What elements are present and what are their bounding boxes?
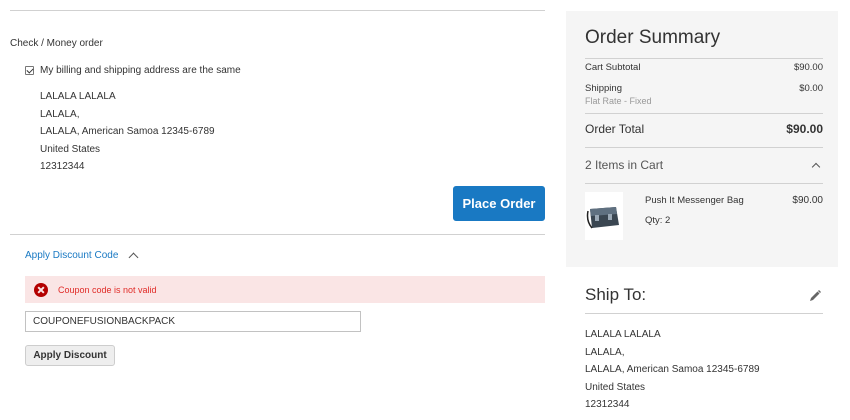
billing-address-line: LALALA, bbox=[40, 108, 80, 120]
section-divider-top bbox=[10, 10, 545, 11]
subtotal-label: Cart Subtotal bbox=[585, 62, 641, 73]
order-total-label: Order Total bbox=[585, 122, 645, 136]
billing-address-line: 12312344 bbox=[40, 161, 85, 172]
chevron-up-icon bbox=[128, 252, 139, 263]
product-qty: Qty: 2 bbox=[645, 215, 671, 226]
messenger-bag-icon bbox=[585, 192, 623, 240]
order-summary: Order Summary Cart Subtotal $90.00 Shipp… bbox=[566, 11, 838, 267]
subtotal-row: Cart Subtotal $90.00 bbox=[585, 62, 823, 73]
items-in-cart-label: 2 Items in Cart bbox=[585, 158, 664, 172]
pencil-icon[interactable] bbox=[808, 289, 822, 303]
error-circle-icon bbox=[34, 282, 48, 297]
section-divider bbox=[10, 234, 545, 235]
order-summary-title: Order Summary bbox=[585, 27, 721, 48]
summary-divider bbox=[585, 113, 823, 114]
same-address-checkbox[interactable] bbox=[25, 66, 34, 75]
chevron-up-icon bbox=[811, 162, 821, 171]
shipping-address: LALALA LALALA LALALA, LALALA, American S… bbox=[585, 326, 760, 414]
subtotal-value: $90.00 bbox=[793, 62, 823, 73]
shipping-address-line: LALALA, American Samoa 12345-6789 bbox=[585, 364, 760, 375]
shipping-label: Shipping bbox=[585, 83, 622, 94]
billing-address-line: LALALA, American Samoa 12345-6789 bbox=[40, 126, 215, 137]
shipping-method: Flat Rate - Fixed bbox=[585, 96, 652, 106]
shipping-address-line: 12312344 bbox=[585, 399, 630, 410]
same-address-row[interactable]: My billing and shipping address are the … bbox=[25, 65, 241, 76]
summary-divider bbox=[585, 147, 823, 148]
payment-method-label: Check / Money order bbox=[10, 38, 103, 49]
ship-to-title: Ship To: bbox=[585, 285, 647, 304]
shipping-value: $0.00 bbox=[799, 83, 823, 94]
order-total-value: $90.00 bbox=[786, 122, 823, 136]
place-order-button[interactable]: Place Order bbox=[453, 186, 545, 221]
product-name: Push It Messenger Bag bbox=[645, 195, 744, 206]
billing-address-line: LALALA LALALA bbox=[40, 91, 116, 102]
apply-discount-toggle[interactable]: Apply Discount Code bbox=[25, 250, 139, 263]
apply-discount-label: Apply Discount Code bbox=[25, 250, 119, 261]
shipping-address-line: LALALA LALALA bbox=[585, 329, 661, 340]
error-message: Coupon code is not valid bbox=[25, 276, 545, 303]
order-total-row: Order Total $90.00 bbox=[585, 122, 823, 136]
items-in-cart-toggle[interactable]: 2 Items in Cart bbox=[585, 158, 823, 172]
shipping-address-line: LALALA, bbox=[585, 346, 625, 358]
error-text: Coupon code is not valid bbox=[58, 284, 157, 295]
billing-address: LALALA LALALA LALALA, LALALA, American S… bbox=[40, 88, 215, 176]
apply-discount-button[interactable]: Apply Discount bbox=[25, 345, 115, 366]
coupon-code-input[interactable] bbox=[25, 311, 361, 332]
shipping-address-line: United States bbox=[585, 381, 646, 393]
product-price: $90.00 bbox=[792, 195, 823, 206]
summary-divider bbox=[585, 58, 823, 59]
shipping-row: Shipping $0.00 bbox=[585, 83, 823, 94]
billing-address-line: United States bbox=[40, 143, 101, 155]
ship-to-divider bbox=[585, 313, 823, 314]
summary-divider bbox=[585, 183, 823, 184]
same-address-label: My billing and shipping address are the … bbox=[40, 65, 241, 76]
